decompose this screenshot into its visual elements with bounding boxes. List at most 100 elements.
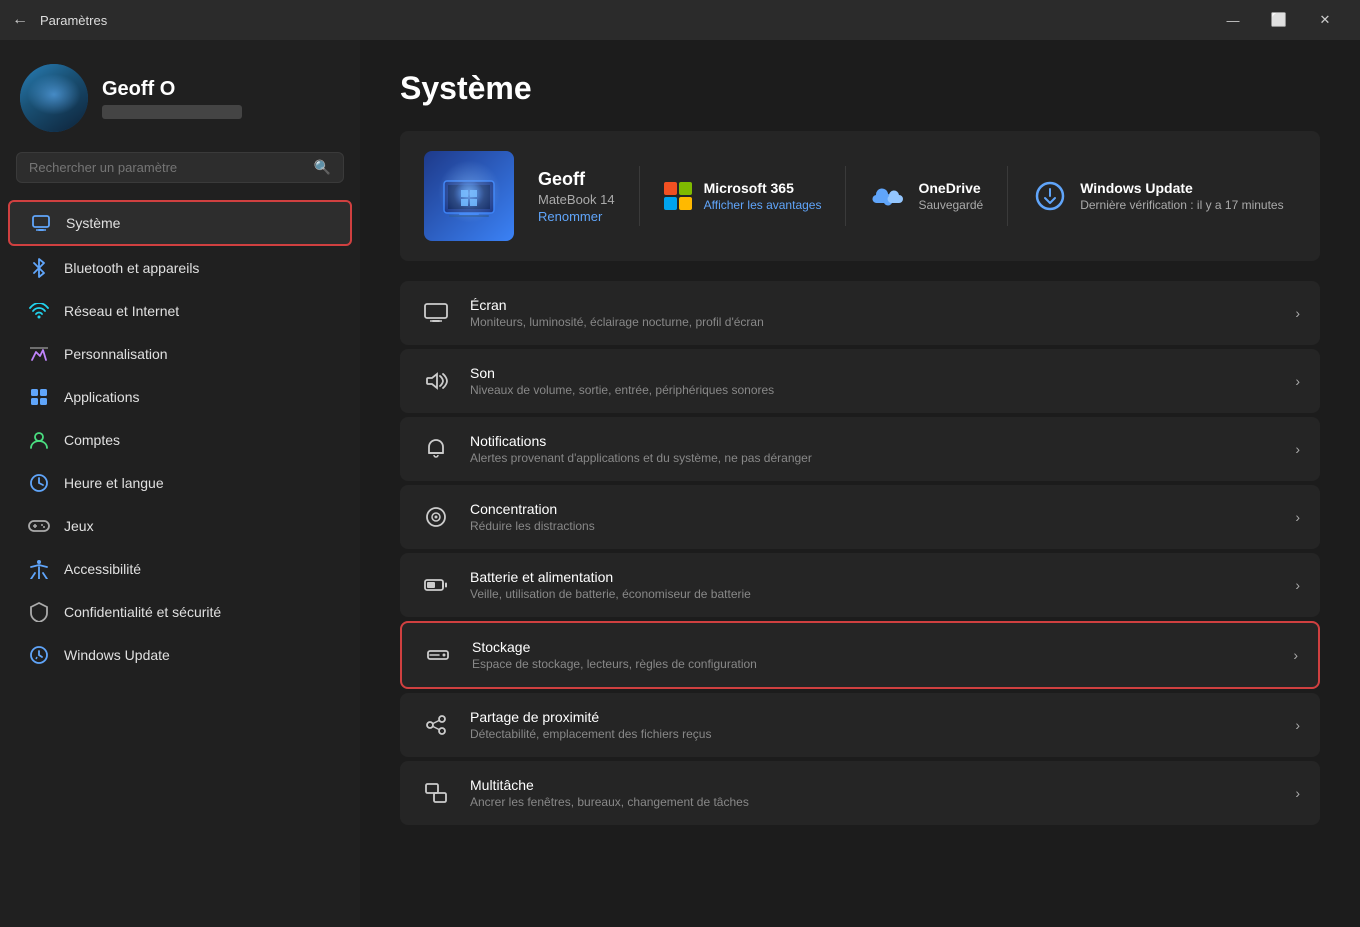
ms365-subtitle[interactable]: Afficher les avantages — [704, 198, 822, 212]
window-controls: — ⬜ ✕ — [1210, 0, 1348, 40]
jeux-icon — [28, 515, 50, 537]
sidebar-item-reseau[interactable]: Réseau et Internet — [8, 290, 352, 332]
titlebar-title: Paramètres — [40, 13, 107, 28]
onedrive-subtitle: Sauvegardé — [918, 198, 983, 212]
sidebar-item-jeux-label: Jeux — [64, 518, 94, 534]
back-button[interactable]: ← — [12, 11, 28, 29]
son-chevron: › — [1295, 373, 1300, 389]
son-icon — [420, 365, 452, 397]
concentration-icon — [420, 501, 452, 533]
divider-3 — [1007, 166, 1008, 226]
sidebar-item-heure[interactable]: Heure et langue — [8, 462, 352, 504]
onedrive-section: OneDrive Sauvegardé — [870, 178, 983, 214]
notifications-icon — [420, 433, 452, 465]
son-title: Son — [470, 365, 1277, 381]
sidebar-item-applications[interactable]: Applications — [8, 376, 352, 418]
settings-row-son[interactable]: Son Niveaux de volume, sortie, entrée, p… — [400, 349, 1320, 413]
sidebar-item-confidentialite[interactable]: Confidentialité et sécurité — [8, 591, 352, 633]
ecran-icon — [420, 297, 452, 329]
concentration-text: Concentration Réduire les distractions — [470, 501, 1277, 533]
partage-title: Partage de proximité — [470, 709, 1277, 725]
sidebar-item-windows-update-label: Windows Update — [64, 647, 170, 663]
multitache-icon — [420, 777, 452, 809]
batterie-title: Batterie et alimentation — [470, 569, 1277, 585]
stockage-chevron: › — [1293, 647, 1298, 663]
sidebar-item-bluetooth-label: Bluetooth et appareils — [64, 260, 199, 276]
sidebar-item-bluetooth[interactable]: Bluetooth et appareils — [8, 247, 352, 289]
sidebar-item-jeux[interactable]: Jeux — [8, 505, 352, 547]
onedrive-text: OneDrive Sauvegardé — [918, 180, 983, 212]
sidebar-item-accessibilite-label: Accessibilité — [64, 561, 141, 577]
settings-row-partage[interactable]: Partage de proximité Détectabilité, empl… — [400, 693, 1320, 757]
page-title: Système — [400, 70, 1320, 107]
ms365-section: Microsoft 365 Afficher les avantages — [664, 180, 822, 212]
concentration-chevron: › — [1295, 509, 1300, 525]
multitache-text: Multitâche Ancrer les fenêtres, bureaux,… — [470, 777, 1277, 809]
windows-update-section: Windows Update Dernière vérification : i… — [1032, 178, 1283, 214]
ms365-icon — [664, 182, 692, 210]
ecran-title: Écran — [470, 297, 1277, 313]
confidentialite-icon — [28, 601, 50, 623]
ms365-title: Microsoft 365 — [704, 180, 822, 196]
wu-text: Windows Update Dernière vérification : i… — [1080, 180, 1283, 212]
partage-chevron: › — [1295, 717, 1300, 733]
device-image — [424, 151, 514, 241]
ecran-subtitle: Moniteurs, luminosité, éclairage nocturn… — [470, 315, 1277, 329]
perso-icon — [28, 343, 50, 365]
divider-2 — [845, 166, 846, 226]
wu-info-icon — [1032, 178, 1068, 214]
sidebar-item-reseau-label: Réseau et Internet — [64, 303, 179, 319]
device-name: Geoff — [538, 169, 615, 190]
search-icon: 🔍 — [314, 159, 331, 176]
son-subtitle: Niveaux de volume, sortie, entrée, périp… — [470, 383, 1277, 397]
sidebar-item-windows-update[interactable]: Windows Update — [8, 634, 352, 676]
wu-subtitle: Dernière vérification : il y a 17 minute… — [1080, 198, 1283, 212]
windows-update-icon — [28, 644, 50, 666]
settings-row-notifications[interactable]: Notifications Alertes provenant d'applic… — [400, 417, 1320, 481]
batterie-icon — [420, 569, 452, 601]
accessibilite-icon — [28, 558, 50, 580]
user-email — [102, 105, 242, 119]
sidebar-item-accessibilite[interactable]: Accessibilité — [8, 548, 352, 590]
device-rename-link[interactable]: Renommer — [538, 209, 615, 224]
stockage-subtitle: Espace de stockage, lecteurs, règles de … — [472, 657, 1275, 671]
notifications-text: Notifications Alertes provenant d'applic… — [470, 433, 1277, 465]
sidebar-item-heure-label: Heure et langue — [64, 475, 164, 491]
son-text: Son Niveaux de volume, sortie, entrée, p… — [470, 365, 1277, 397]
search-wrapper[interactable]: 🔍 — [16, 152, 344, 183]
device-model: MateBook 14 — [538, 192, 615, 207]
user-info: Geoff O — [102, 78, 242, 119]
multitache-chevron: › — [1295, 785, 1300, 801]
concentration-subtitle: Réduire les distractions — [470, 519, 1277, 533]
settings-row-multitache[interactable]: Multitâche Ancrer les fenêtres, bureaux,… — [400, 761, 1320, 825]
user-name: Geoff O — [102, 78, 242, 101]
settings-row-concentration[interactable]: Concentration Réduire les distractions › — [400, 485, 1320, 549]
close-button[interactable]: ✕ — [1302, 0, 1348, 40]
sidebar-item-perso[interactable]: Personnalisation — [8, 333, 352, 375]
device-details: Geoff MateBook 14 Renommer — [538, 169, 615, 224]
minimize-button[interactable]: — — [1210, 0, 1256, 40]
sidebar-item-comptes[interactable]: Comptes — [8, 419, 352, 461]
notifications-title: Notifications — [470, 433, 1277, 449]
sidebar-item-systeme-label: Système — [66, 215, 120, 231]
settings-row-stockage[interactable]: Stockage Espace de stockage, lecteurs, r… — [400, 621, 1320, 689]
settings-row-batterie[interactable]: Batterie et alimentation Veille, utilisa… — [400, 553, 1320, 617]
comptes-icon — [28, 429, 50, 451]
ecran-chevron: › — [1295, 305, 1300, 321]
reseau-icon — [28, 300, 50, 322]
sidebar-item-systeme[interactable]: Système — [8, 200, 352, 246]
sidebar-item-applications-label: Applications — [64, 389, 140, 405]
bluetooth-icon — [28, 257, 50, 279]
systeme-icon — [30, 212, 52, 234]
device-info-card: Geoff MateBook 14 Renommer Microsoft 365… — [400, 131, 1320, 261]
search-input[interactable] — [29, 160, 306, 175]
settings-row-ecran[interactable]: Écran Moniteurs, luminosité, éclairage n… — [400, 281, 1320, 345]
multitache-subtitle: Ancrer les fenêtres, bureaux, changement… — [470, 795, 1277, 809]
heure-icon — [28, 472, 50, 494]
maximize-button[interactable]: ⬜ — [1256, 0, 1302, 40]
settings-list: Écran Moniteurs, luminosité, éclairage n… — [400, 281, 1320, 825]
stockage-icon — [422, 639, 454, 671]
sidebar-item-perso-label: Personnalisation — [64, 346, 168, 362]
batterie-chevron: › — [1295, 577, 1300, 593]
sidebar-item-comptes-label: Comptes — [64, 432, 120, 448]
